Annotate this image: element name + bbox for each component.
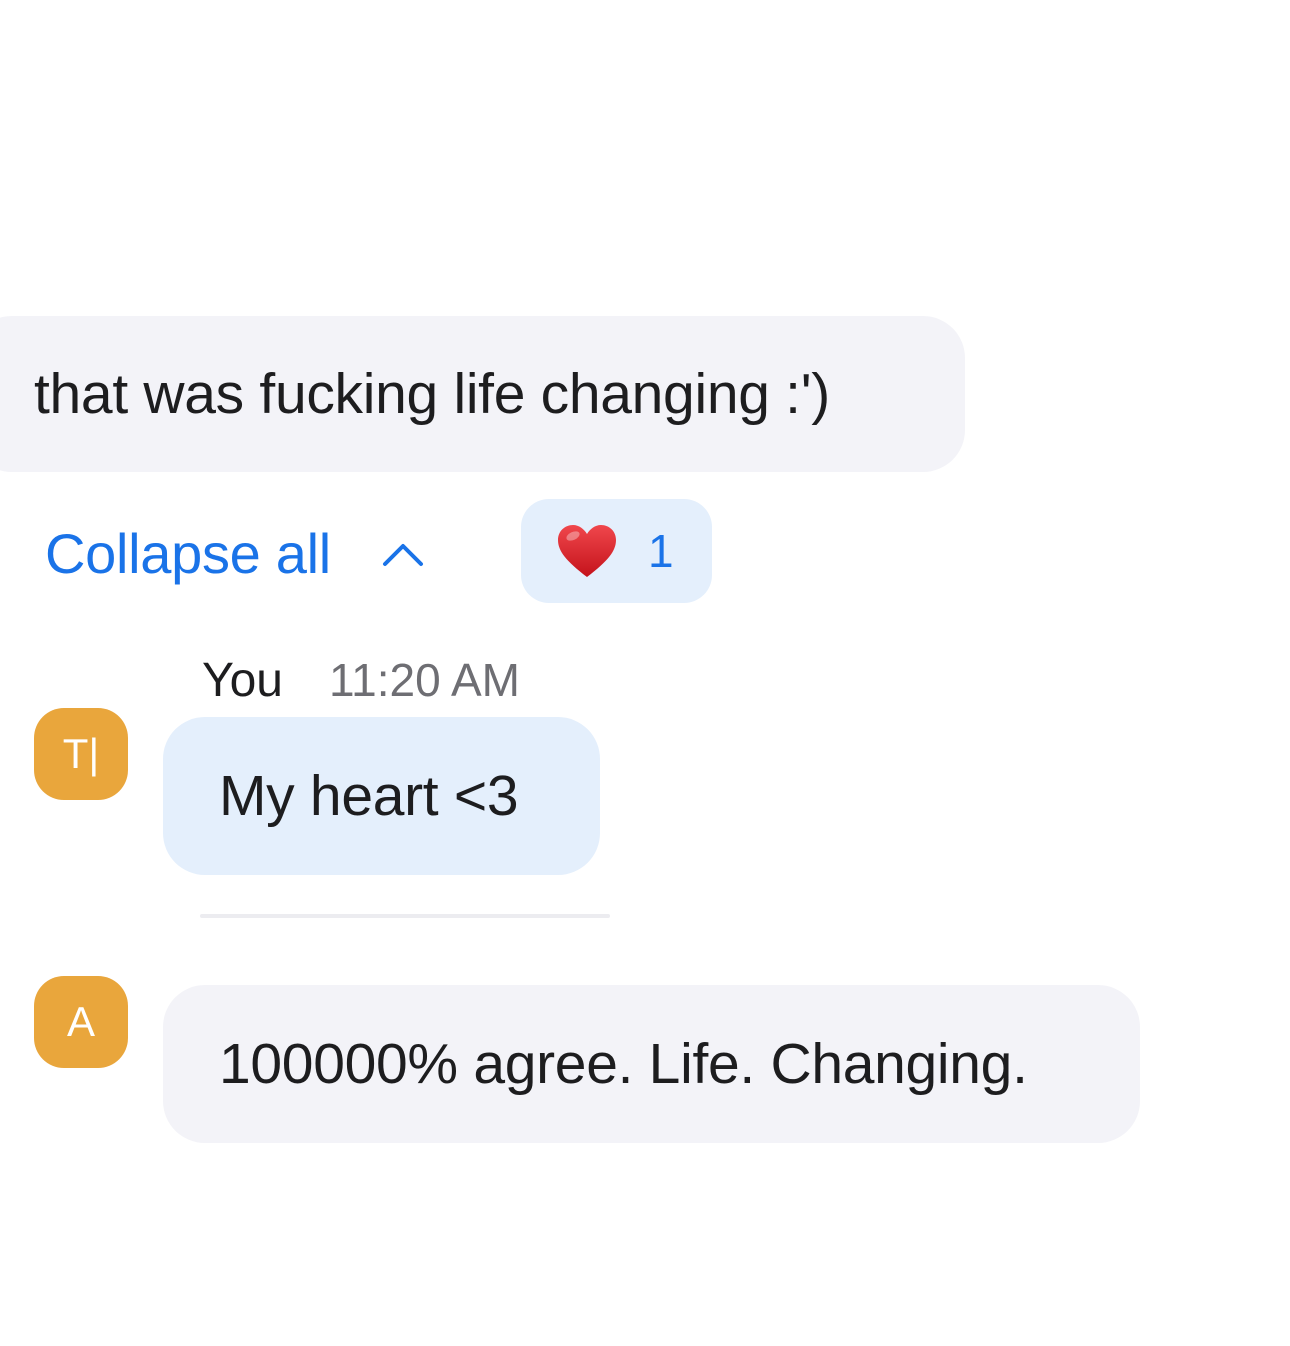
chevron-up-icon <box>382 544 423 566</box>
avatar[interactable]: A <box>34 976 128 1068</box>
message-text: 100000% agree. Life. Changing. <box>219 1032 1028 1096</box>
message-bubble[interactable]: My heart <3 <box>163 717 600 875</box>
avatar[interactable]: T| <box>34 708 128 800</box>
message-timestamp: 11:20 AM <box>329 654 520 706</box>
message-text: that was fucking life changing :') <box>34 362 830 426</box>
avatar-initials: T| <box>62 730 100 777</box>
message-text: My heart <3 <box>219 764 519 828</box>
reaction-chip[interactable]: 1 <box>521 499 712 603</box>
avatar-initials: A <box>66 998 95 1045</box>
red-heart-icon <box>558 525 616 577</box>
collapse-all-button[interactable]: Collapse all <box>45 516 425 590</box>
message-bubble[interactable]: 100000% agree. Life. Changing. <box>163 985 1140 1143</box>
message-bubble[interactable]: that was fucking life changing :') <box>0 316 965 472</box>
reaction-count: 1 <box>648 525 674 577</box>
collapse-all-label: Collapse all <box>45 521 331 585</box>
divider <box>200 914 610 918</box>
sender-name: You <box>202 653 283 707</box>
message-header: You 11:20 AM <box>202 648 520 712</box>
